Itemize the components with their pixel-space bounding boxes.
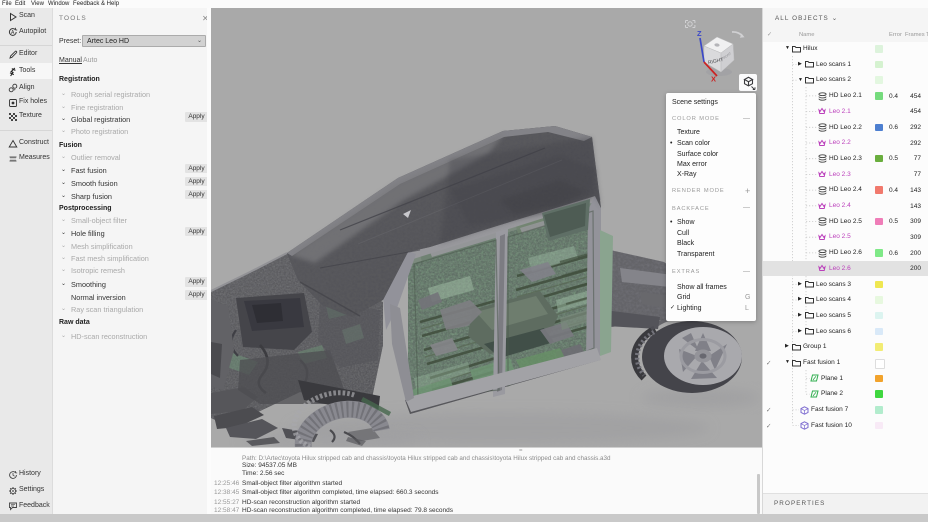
svg-text:X: X — [711, 75, 716, 84]
svg-text:Z: Z — [697, 29, 702, 38]
